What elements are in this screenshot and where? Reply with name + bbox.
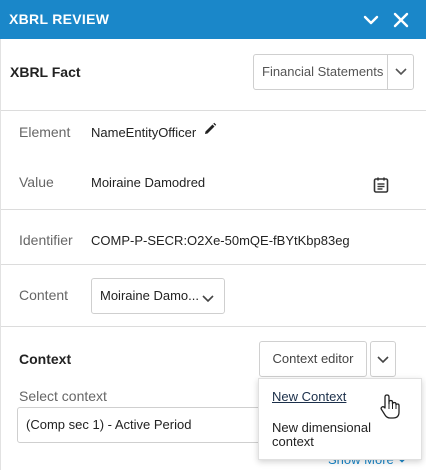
value-value: Moiraine Damodred xyxy=(91,175,206,190)
chevron-down-icon xyxy=(387,55,413,89)
context-dropdown-menu: New Context New dimensional context xyxy=(258,378,422,460)
element-value: NameEntityOfficer xyxy=(91,125,197,140)
panel-header: XBRL REVIEW xyxy=(0,0,426,39)
element-label: Element xyxy=(19,124,71,140)
chevron-down-icon xyxy=(202,292,214,307)
menu-item-new-dimensional-context[interactable]: New dimensional context xyxy=(272,421,392,449)
content-select[interactable]: Moiraine Damo... xyxy=(91,278,225,314)
hand-pointer-cursor-icon xyxy=(379,394,401,425)
context-title: Context xyxy=(19,351,72,367)
collapse-chevron-icon[interactable] xyxy=(360,9,382,31)
edit-pencil-icon[interactable] xyxy=(202,121,218,137)
content-select-value: Moiraine Damo... xyxy=(100,288,199,303)
statement-filter-value: Financial Statements xyxy=(262,64,384,79)
panel-title: XBRL REVIEW xyxy=(9,11,110,27)
divider xyxy=(1,110,426,111)
context-editor-button[interactable]: Context editor xyxy=(259,341,367,377)
content-label: Content xyxy=(19,287,69,303)
calendar-note-icon[interactable] xyxy=(372,176,390,194)
context-select-value: (Comp sec 1) - Active Period xyxy=(26,417,192,432)
close-icon[interactable] xyxy=(390,9,412,31)
section-title: XBRL Fact xyxy=(10,64,81,80)
divider xyxy=(1,264,426,265)
statement-filter-select[interactable]: Financial Statements xyxy=(253,54,414,90)
menu-item-new-context[interactable]: New Context xyxy=(272,390,346,404)
identifier-label: Identifier xyxy=(19,232,73,248)
select-context-label: Select context xyxy=(19,388,107,404)
context-select[interactable]: (Comp sec 1) - Active Period xyxy=(17,407,267,443)
divider xyxy=(1,209,426,210)
chevron-down-icon xyxy=(377,356,389,364)
context-menu-toggle[interactable] xyxy=(370,341,396,377)
identifier-value: COMP-P-SECR:O2Xe-50mQE-fBYtKbp83eg xyxy=(91,233,350,248)
value-label: Value xyxy=(19,174,54,190)
divider xyxy=(1,326,426,327)
